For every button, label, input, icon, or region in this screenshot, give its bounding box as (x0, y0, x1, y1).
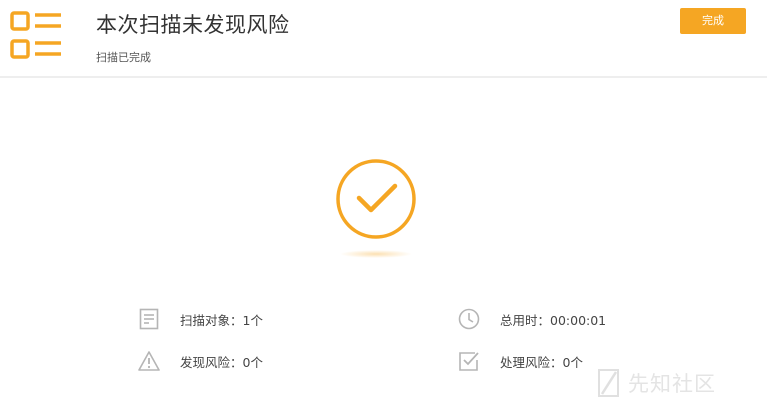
stat-label: 扫描对象：1个 (180, 312, 263, 328)
warning-icon (138, 351, 160, 371)
xianzhi-logo-icon (598, 369, 619, 397)
document-icon (139, 308, 159, 330)
stat-label: 发现风险：0个 (180, 354, 263, 370)
watermark-text: 先知社区 (628, 372, 716, 396)
stat-label: 处理风险：0个 (500, 354, 583, 370)
stat-scan-objects: 扫描对象：1个 (138, 308, 263, 330)
stat-risks-found: 发现风险：0个 (138, 350, 263, 372)
checkbox-icon (459, 352, 479, 371)
done-button[interactable]: 完成 (680, 8, 746, 34)
scan-status-text: 扫描已完成 (96, 51, 151, 64)
clock-icon (458, 308, 480, 330)
stat-risks-handled: 处理风险：0个 (458, 350, 583, 372)
watermark: 先知社区 (596, 368, 716, 398)
header-bar: 本次扫描未发现风险 扫描已完成 完成 (0, 0, 767, 78)
checklist-icon (10, 11, 61, 59)
page-title: 本次扫描未发现风险 (96, 13, 290, 37)
stat-total-time: 总用时：00:00:01 (458, 308, 606, 330)
check-circle-icon (336, 159, 416, 258)
stat-label: 总用时：00:00:01 (500, 312, 607, 328)
